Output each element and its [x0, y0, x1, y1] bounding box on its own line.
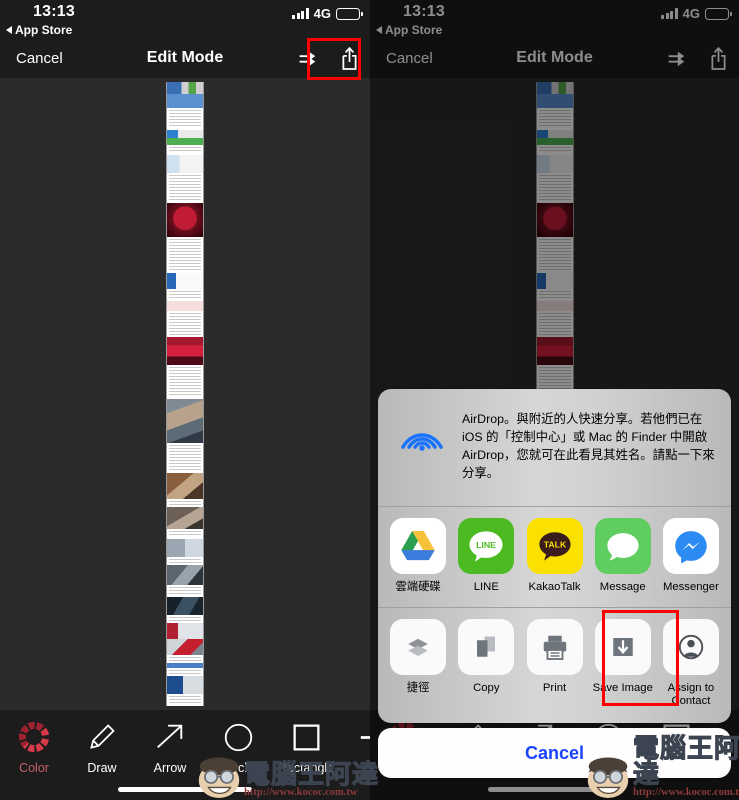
share-action-label: Copy [473, 681, 500, 694]
edit-canvas-left[interactable] [0, 78, 370, 710]
back-label: App Store [15, 23, 73, 37]
right-phone-screen: 13:13 App Store 4G Cancel Edit Mode AirD… [370, 0, 739, 800]
share-app-label: Message [599, 581, 646, 594]
share-app-label: LINE [473, 581, 499, 594]
line-icon [359, 720, 370, 754]
back-triangle-icon [376, 26, 382, 34]
left-phone-screen: 13:13 App Store 4G Cancel Edit Mode Colo… [0, 0, 370, 800]
share-app-google-drive[interactable]: 雲端硬碟 [384, 518, 452, 595]
share-action-assign-to-contact[interactable]: Assign to Contact [657, 618, 725, 709]
status-indicators: 4G [292, 6, 363, 21]
line-app-icon: LINE [458, 518, 515, 575]
swap-arrows-icon[interactable] [296, 47, 318, 69]
back-to-app-store-link[interactable]: App Store [376, 23, 442, 37]
tool-label: Rectangle [277, 761, 335, 775]
home-indicator [118, 787, 252, 792]
network-label: 4G [313, 6, 331, 21]
share-app-line[interactable]: LINE LINE [452, 518, 520, 595]
printer-icon [526, 618, 583, 675]
share-action-print[interactable]: Print [520, 618, 588, 696]
contact-icon [662, 618, 719, 675]
nav-bar-right: Cancel Edit Mode [370, 38, 739, 78]
share-app-label: 雲端硬碟 [395, 581, 441, 594]
share-action-label: Assign to Contact [667, 681, 715, 708]
color-wheel-icon [18, 720, 50, 754]
circle-icon [223, 720, 254, 754]
copy-icon [458, 618, 515, 675]
status-bar-right: 13:13 App Store 4G [370, 0, 739, 38]
battery-icon [705, 7, 732, 20]
share-sheet-cancel-button[interactable]: Cancel [378, 728, 731, 778]
share-button[interactable] [336, 43, 362, 73]
status-time: 13:13 [403, 3, 445, 20]
svg-text:LINE: LINE [476, 540, 496, 550]
signal-bars-icon [661, 8, 678, 19]
share-actions-row[interactable]: 捷徑 Copy Print Save Image Assign to Conta… [378, 608, 731, 723]
share-app-messenger[interactable]: Messenger [657, 518, 725, 595]
tool-line[interactable]: L [340, 720, 370, 775]
share-sheet[interactable]: AirDrop。與附近的人快速分享。若他們已在 iOS 的「控制中心」或 Mac… [378, 389, 731, 723]
shortcuts-icon [390, 618, 447, 675]
tool-circle[interactable]: Circle [204, 720, 272, 775]
status-time: 13:13 [33, 3, 75, 20]
airdrop-section[interactable]: AirDrop。與附近的人快速分享。若他們已在 iOS 的「控制中心」或 Mac… [378, 389, 731, 508]
comparison-stage: 13:13 App Store 4G Cancel Edit Mode Colo… [0, 0, 739, 800]
share-app-kakaotalk[interactable]: TALK KakaoTalk [520, 518, 588, 595]
status-bar-left: 13:13 App Store 4G [0, 0, 370, 38]
back-label: App Store [385, 23, 443, 37]
share-action-label: 捷徑 [406, 681, 430, 694]
back-triangle-icon [6, 26, 12, 34]
rectangle-icon [291, 720, 322, 754]
network-label: 4G [682, 6, 700, 21]
share-button[interactable] [705, 43, 731, 73]
signal-bars-icon [292, 8, 309, 19]
tool-rectangle[interactable]: Rectangle [272, 720, 340, 775]
tool-arrow[interactable]: Arrow [136, 720, 204, 775]
save-image-icon [594, 618, 651, 675]
arrow-icon [154, 720, 186, 754]
tool-color[interactable]: Color [0, 720, 68, 775]
tool-label: Circle [222, 761, 254, 775]
tool-label: Draw [87, 761, 117, 775]
airdrop-icon [396, 405, 448, 488]
nav-bar-left: Cancel Edit Mode [0, 38, 370, 78]
home-indicator [487, 787, 622, 792]
pencil-icon [87, 720, 117, 754]
share-action-label: Save Image [592, 681, 653, 694]
share-apps-row[interactable]: 雲端硬碟 LINE LINE TALK KakaoTalk Message Me… [378, 507, 731, 608]
kakaotalk-icon: TALK [526, 518, 583, 575]
share-app-message[interactable]: Message [589, 518, 657, 595]
share-action-copy[interactable]: Copy [452, 618, 520, 696]
svg-text:TALK: TALK [543, 540, 566, 550]
share-action-shortcuts[interactable]: 捷徑 [384, 618, 452, 696]
messages-icon [594, 518, 651, 575]
tool-label: Color [19, 761, 49, 775]
airdrop-description: AirDrop。與附近的人快速分享。若他們已在 iOS 的「控制中心」或 Mac… [462, 412, 715, 481]
share-action-label: Print [542, 681, 567, 694]
status-indicators: 4G [661, 6, 732, 21]
google-drive-icon [390, 518, 447, 575]
share-app-label: KakaoTalk [528, 581, 581, 594]
battery-icon [336, 7, 363, 20]
tool-label: Arrow [153, 761, 187, 775]
back-to-app-store-link[interactable]: App Store [6, 23, 72, 37]
tool-draw[interactable]: Draw [68, 720, 136, 775]
share-app-label: Messenger [662, 581, 719, 594]
swap-arrows-icon[interactable] [665, 47, 687, 69]
messenger-icon [662, 518, 719, 575]
screenshot-strip[interactable] [166, 82, 204, 706]
share-action-save-image[interactable]: Save Image [589, 618, 657, 696]
